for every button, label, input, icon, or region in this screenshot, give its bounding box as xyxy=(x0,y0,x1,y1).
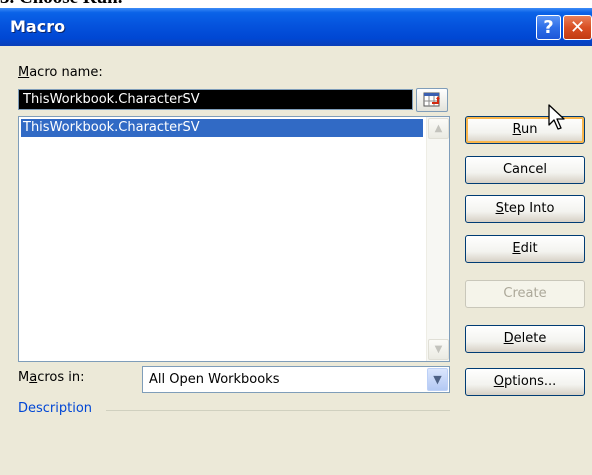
range-select-button[interactable] xyxy=(416,88,448,112)
create-button[interactable]: Create xyxy=(465,280,585,308)
list-scrollbar[interactable]: ▲ ▼ xyxy=(426,117,449,361)
title-bar[interactable]: Macro ? ✕ xyxy=(0,8,592,46)
range-select-icon xyxy=(423,92,440,107)
scroll-down-button[interactable]: ▼ xyxy=(428,339,449,360)
step-into-button-access-key: S xyxy=(495,201,504,216)
macro-name-label-access-key: M xyxy=(18,65,30,80)
run-button-access-key: R xyxy=(512,122,521,137)
macros-in-label-text: cros in: xyxy=(37,370,85,385)
help-icon: ? xyxy=(543,17,554,38)
macro-name-label: Macro name: xyxy=(18,65,103,80)
chevron-down-icon: ▼ xyxy=(433,373,442,386)
window-title: Macro xyxy=(10,17,66,36)
options-button-label: ptions... xyxy=(503,374,557,389)
macro-name-label-text: acro name: xyxy=(29,65,103,80)
list-item[interactable]: ThisWorkbook.CharacterSV xyxy=(21,119,423,137)
edit-button-label: dit xyxy=(520,241,538,256)
edit-button[interactable]: Edit xyxy=(465,235,585,263)
chevron-down-icon: ▼ xyxy=(434,344,443,355)
mouse-pointer-icon xyxy=(548,104,565,130)
step-into-button-label: tep Into xyxy=(503,201,555,216)
delete-button-label: elete xyxy=(513,331,547,346)
chevron-up-icon: ▲ xyxy=(434,123,443,134)
macros-in-select[interactable]: All Open Workbooks ▼ xyxy=(142,366,450,393)
description-label: Description xyxy=(18,401,93,416)
macros-in-label: Macros in: xyxy=(18,370,84,385)
macros-in-dropdown-button[interactable]: ▼ xyxy=(427,368,448,391)
delete-button[interactable]: Delete xyxy=(465,325,585,353)
cancel-button[interactable]: Cancel xyxy=(465,156,585,184)
macro-dialog: Macro ? ✕ Macro name: ThisWorkbook.Chara… xyxy=(0,8,592,475)
options-button[interactable]: Options... xyxy=(465,368,585,396)
step-into-button[interactable]: Step Into xyxy=(465,195,585,223)
help-button[interactable]: ? xyxy=(536,15,561,40)
close-button[interactable]: ✕ xyxy=(563,15,592,40)
cancel-button-label: Cancel xyxy=(502,162,548,177)
macros-in-label-access-key: a xyxy=(29,370,38,385)
close-icon: ✕ xyxy=(569,17,586,38)
create-button-label: Create xyxy=(503,286,547,301)
run-button-label: un xyxy=(520,122,538,137)
macro-list[interactable]: ThisWorkbook.CharacterSV ▲ ▼ xyxy=(18,116,450,362)
macros-in-label-pre: M xyxy=(18,370,30,385)
scroll-up-button[interactable]: ▲ xyxy=(428,118,449,139)
macros-in-selected-value: All Open Workbooks xyxy=(149,372,280,387)
edit-button-access-key: E xyxy=(512,241,521,256)
description-divider xyxy=(106,410,450,411)
delete-button-access-key: D xyxy=(503,331,514,346)
options-button-access-key: O xyxy=(493,374,504,389)
macro-name-input[interactable] xyxy=(18,89,413,110)
